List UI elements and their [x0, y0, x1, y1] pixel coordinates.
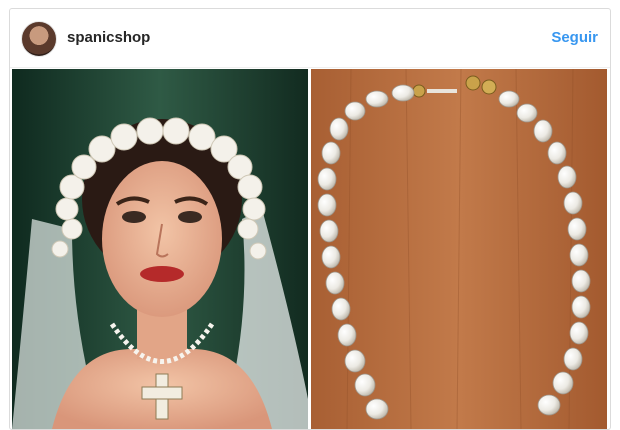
follow-button[interactable]: Seguir	[551, 29, 598, 46]
avatar[interactable]	[21, 21, 57, 57]
instagram-post: spanicshop Seguir	[9, 8, 611, 430]
photo-pearl-necklace[interactable]	[311, 69, 607, 429]
username[interactable]: spanicshop	[67, 29, 150, 46]
post-header: spanicshop Seguir	[10, 9, 610, 68]
photo-bride[interactable]	[12, 69, 308, 429]
